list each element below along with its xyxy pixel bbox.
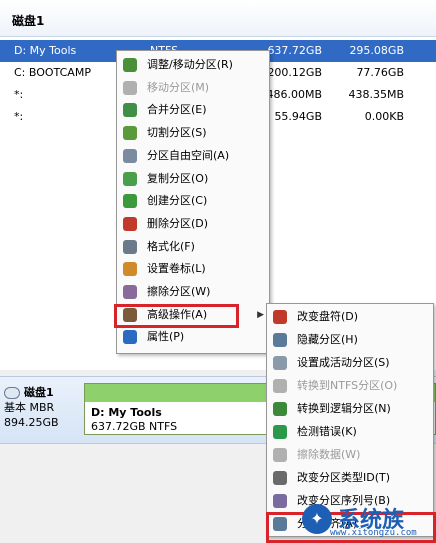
submenu-item-label: 设置成活动分区(S) (297, 356, 390, 369)
context-menu-item-5[interactable]: 复制分区(O) (117, 168, 269, 190)
submenu-item-5[interactable]: 检测错误(K) (267, 421, 433, 443)
context-menu-item-label: 调整/移动分区(R) (147, 58, 233, 71)
context-menu-item-10[interactable]: 擦除分区(W) (117, 281, 269, 303)
submenu-item-label: 改变盘符(D) (297, 310, 359, 323)
disk-map-name: 磁盘1 (24, 386, 54, 399)
partition-free: 77.76GB (356, 66, 404, 79)
submenu-item-6: 擦除数据(W) (267, 444, 433, 466)
partition-bar-name: D: My Tools (91, 406, 162, 419)
context-menu-item-label: 删除分区(D) (147, 216, 209, 230)
context-menu-item-label: 复制分区(O) (147, 171, 209, 185)
partition-capacity: 200.12GB (267, 66, 322, 79)
merge-icon (123, 103, 137, 118)
disk-map-label: 磁盘1 基本 MBR 894.25GB (4, 385, 74, 430)
context-menu-item-label: 属性(P) (147, 330, 185, 344)
submenu-item-label: 转换到NTFS分区(O) (297, 379, 398, 392)
partition-bar-info: 637.72GB NTFS (91, 420, 178, 433)
submenu-item-label: 隐藏分区(H) (297, 333, 358, 346)
active-icon (273, 356, 287, 370)
disk-title: 磁盘1 (12, 14, 45, 28)
format-icon (123, 239, 137, 254)
submenu-item-label: 检测错误(K) (297, 425, 357, 438)
hide-icon (273, 333, 287, 347)
highlight-advanced-box (114, 304, 239, 328)
label-icon (123, 262, 137, 277)
context-menu-item-label: 切割分区(S) (147, 126, 207, 140)
context-menu-item-3[interactable]: 切割分区(S) (117, 122, 269, 144)
watermark-logo-icon: ✦ (302, 504, 332, 534)
info-icon (123, 330, 137, 345)
context-menu-item-label: 创建分区(C) (147, 194, 208, 208)
context-menu-item-8[interactable]: 格式化(F) (117, 236, 269, 258)
submenu-arrow-icon: ▶ (257, 309, 264, 320)
partition-capacity: 486.00MB (266, 88, 322, 101)
context-menu-item-label: 合并分区(E) (147, 103, 207, 117)
partition-name: D: My Tools (14, 44, 77, 57)
context-menu-item-7[interactable]: 删除分区(D) (117, 213, 269, 235)
partition-name: C: BOOTCAMP (14, 66, 91, 79)
submenu-item-3: 转换到NTFS分区(O) (267, 375, 433, 397)
context-menu-item-12[interactable]: 属性(P) (117, 326, 269, 348)
partition-name: *: (14, 88, 24, 101)
context-menu-item-label: 擦除分区(W) (147, 285, 211, 298)
submenu-item-1[interactable]: 隐藏分区(H) (267, 329, 433, 351)
partition-capacity: 637.72GB (267, 44, 322, 57)
submenu-item-4[interactable]: 转换到逻辑分区(N) (267, 398, 433, 420)
disk-map-size: 894.25GB (4, 416, 59, 429)
submenu-item-label: 擦除数据(W) (297, 448, 361, 461)
partition-capacity: 55.94GB (274, 110, 322, 123)
create-icon (123, 194, 137, 209)
watermark: ✦ 系统族 www.xitongzu.com (300, 500, 436, 543)
context-menu-item-label: 分区自由空间(A) (147, 148, 230, 162)
move-icon (123, 80, 137, 95)
free-space-icon (123, 148, 137, 163)
partition-free: 295.08GB (349, 44, 404, 57)
submenu-item-label: 改变分区类型ID(T) (297, 471, 391, 484)
context-menu-item-2[interactable]: 合并分区(E) (117, 99, 269, 121)
partition-free: 438.35MB (348, 88, 404, 101)
resize-icon (123, 58, 137, 72)
context-menu-item-4[interactable]: 分区自由空间(A) (117, 145, 269, 167)
watermark-url: www.xitongzu.com (330, 528, 417, 538)
partition-name: *: (14, 110, 24, 123)
wipe-data-icon (273, 448, 287, 462)
wipe-icon (123, 285, 137, 299)
disk-header: 磁盘1 (0, 0, 436, 37)
submenu-item-2[interactable]: 设置成活动分区(S) (267, 352, 433, 374)
submenu-item-0[interactable]: 改变盘符(D) (267, 306, 433, 328)
convert-ntfs-icon (273, 379, 287, 393)
type-id-icon (273, 471, 287, 485)
context-menu-item-label: 格式化(F) (147, 239, 195, 253)
delete-icon (123, 216, 137, 231)
disk-map-type: 基本 MBR (4, 401, 55, 414)
context-menu-item-label: 设置卷标(L) (147, 262, 206, 276)
submenu-item-label: 转换到逻辑分区(N) (297, 402, 391, 415)
context-menu-item-6[interactable]: 创建分区(C) (117, 190, 269, 212)
context-menu-item-label: 移动分区(M) (147, 80, 210, 94)
split-icon (123, 126, 137, 141)
context-menu-item-0[interactable]: 调整/移动分区(R) (117, 54, 269, 76)
submenu-item-7[interactable]: 改变分区类型ID(T) (267, 467, 433, 489)
drive-letter-icon (273, 310, 287, 324)
disk-icon (4, 387, 20, 399)
partition-free: 0.00KB (364, 110, 404, 123)
copy-icon (123, 171, 137, 186)
check-icon (273, 425, 287, 439)
convert-logical-icon (273, 402, 287, 416)
context-menu-item-9[interactable]: 设置卷标(L) (117, 258, 269, 280)
serial-icon (273, 494, 287, 508)
context-menu-item-1: 移动分区(M) (117, 77, 269, 99)
